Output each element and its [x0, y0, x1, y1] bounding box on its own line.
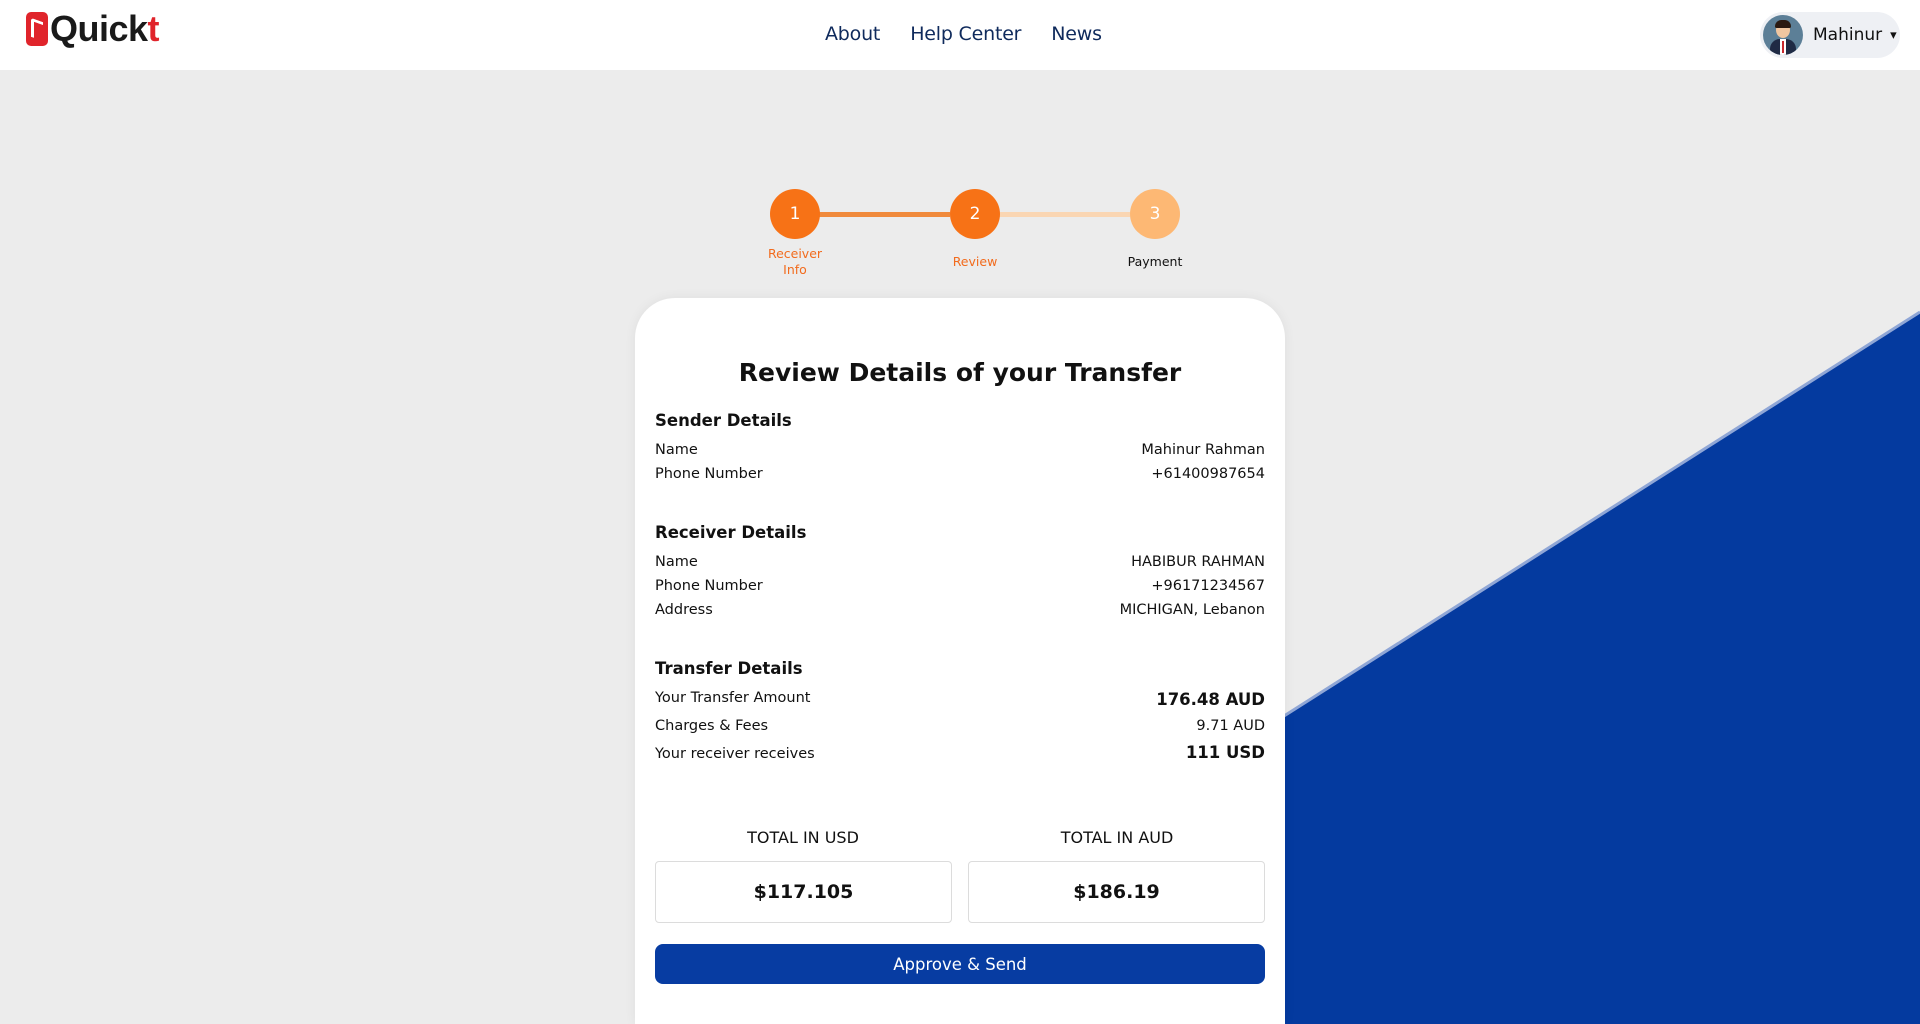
- receiver-name-row: Name HABIBUR RAHMAN: [655, 554, 1265, 570]
- receiver-details-heading: Receiver Details: [655, 523, 807, 542]
- step-1-circle: 1: [770, 189, 820, 239]
- receiver-phone-row: Phone Number +96171234567: [655, 578, 1265, 594]
- row-value: +96171234567: [1151, 578, 1265, 594]
- approve-send-button[interactable]: Approve & Send: [655, 944, 1265, 984]
- nav-link-news[interactable]: News: [1051, 23, 1102, 45]
- step-connector-upcoming: [998, 212, 1130, 217]
- step-2-label: Review: [952, 254, 998, 269]
- step-1-label: Receiver Info: [767, 246, 823, 277]
- charges-fees-row: Charges & Fees 9.71 AUD: [655, 718, 1265, 734]
- chevron-down-icon: ▾: [1890, 27, 1897, 43]
- row-value: 9.71 AUD: [1196, 718, 1265, 734]
- step-3-label: Payment: [1127, 254, 1183, 269]
- nav-link-about[interactable]: About: [825, 23, 880, 45]
- total-aud-value: $186.19: [968, 861, 1265, 923]
- step-2-circle: 2: [950, 189, 1000, 239]
- avatar: [1763, 15, 1803, 55]
- row-label: Address: [655, 602, 713, 618]
- step-connector-done: [818, 212, 950, 217]
- row-value: 176.48 AUD: [1156, 690, 1265, 709]
- progress-stepper: 1 2 3 Receiver Info Review Payment: [768, 189, 1182, 279]
- page-title: Review Details of your Transfer: [738, 358, 1182, 387]
- row-value: +61400987654: [1151, 466, 1265, 482]
- sender-name-row: Name Mahinur Rahman: [655, 442, 1265, 458]
- row-label: Name: [655, 554, 698, 570]
- transfer-amount-row: Your Transfer Amount 176.48 AUD: [655, 690, 1265, 709]
- transfer-details-heading: Transfer Details: [655, 659, 803, 678]
- row-value: Mahinur Rahman: [1141, 442, 1265, 458]
- row-value: MICHIGAN, Lebanon: [1119, 602, 1265, 618]
- receiver-receives-row: Your receiver receives 111 USD: [655, 743, 1265, 762]
- row-value: HABIBUR RAHMAN: [1131, 554, 1265, 570]
- total-usd-value: $117.105: [655, 861, 952, 923]
- nav-link-help-center[interactable]: Help Center: [910, 23, 1021, 45]
- row-value: 111 USD: [1185, 743, 1265, 762]
- sender-phone-row: Phone Number +61400987654: [655, 466, 1265, 482]
- top-navigation-bar: Quickt About Help Center News Mahinur ▾: [0, 0, 1920, 70]
- receiver-address-row: Address MICHIGAN, Lebanon: [655, 602, 1265, 618]
- main-nav: About Help Center News: [825, 23, 1102, 45]
- row-label: Your receiver receives: [655, 746, 815, 762]
- row-label: Name: [655, 442, 698, 458]
- row-label: Charges & Fees: [655, 718, 769, 734]
- row-label: Your Transfer Amount: [655, 690, 811, 706]
- step-3-circle: 3: [1130, 189, 1180, 239]
- row-label: Phone Number: [655, 466, 763, 482]
- sender-details-heading: Sender Details: [655, 411, 792, 430]
- user-name: Mahinur: [1813, 25, 1883, 45]
- total-usd-label: TOTAL IN USD: [747, 828, 859, 847]
- user-menu-button[interactable]: Mahinur ▾: [1760, 12, 1900, 58]
- total-aud-label: TOTAL IN AUD: [1060, 828, 1174, 847]
- brand-name: Quickt: [50, 8, 160, 49]
- review-card: Review Details of your Transfer Sender D…: [635, 298, 1285, 1024]
- row-label: Phone Number: [655, 578, 763, 594]
- brand-logo[interactable]: Quickt: [26, 8, 160, 49]
- logo-mark-icon: [26, 12, 48, 46]
